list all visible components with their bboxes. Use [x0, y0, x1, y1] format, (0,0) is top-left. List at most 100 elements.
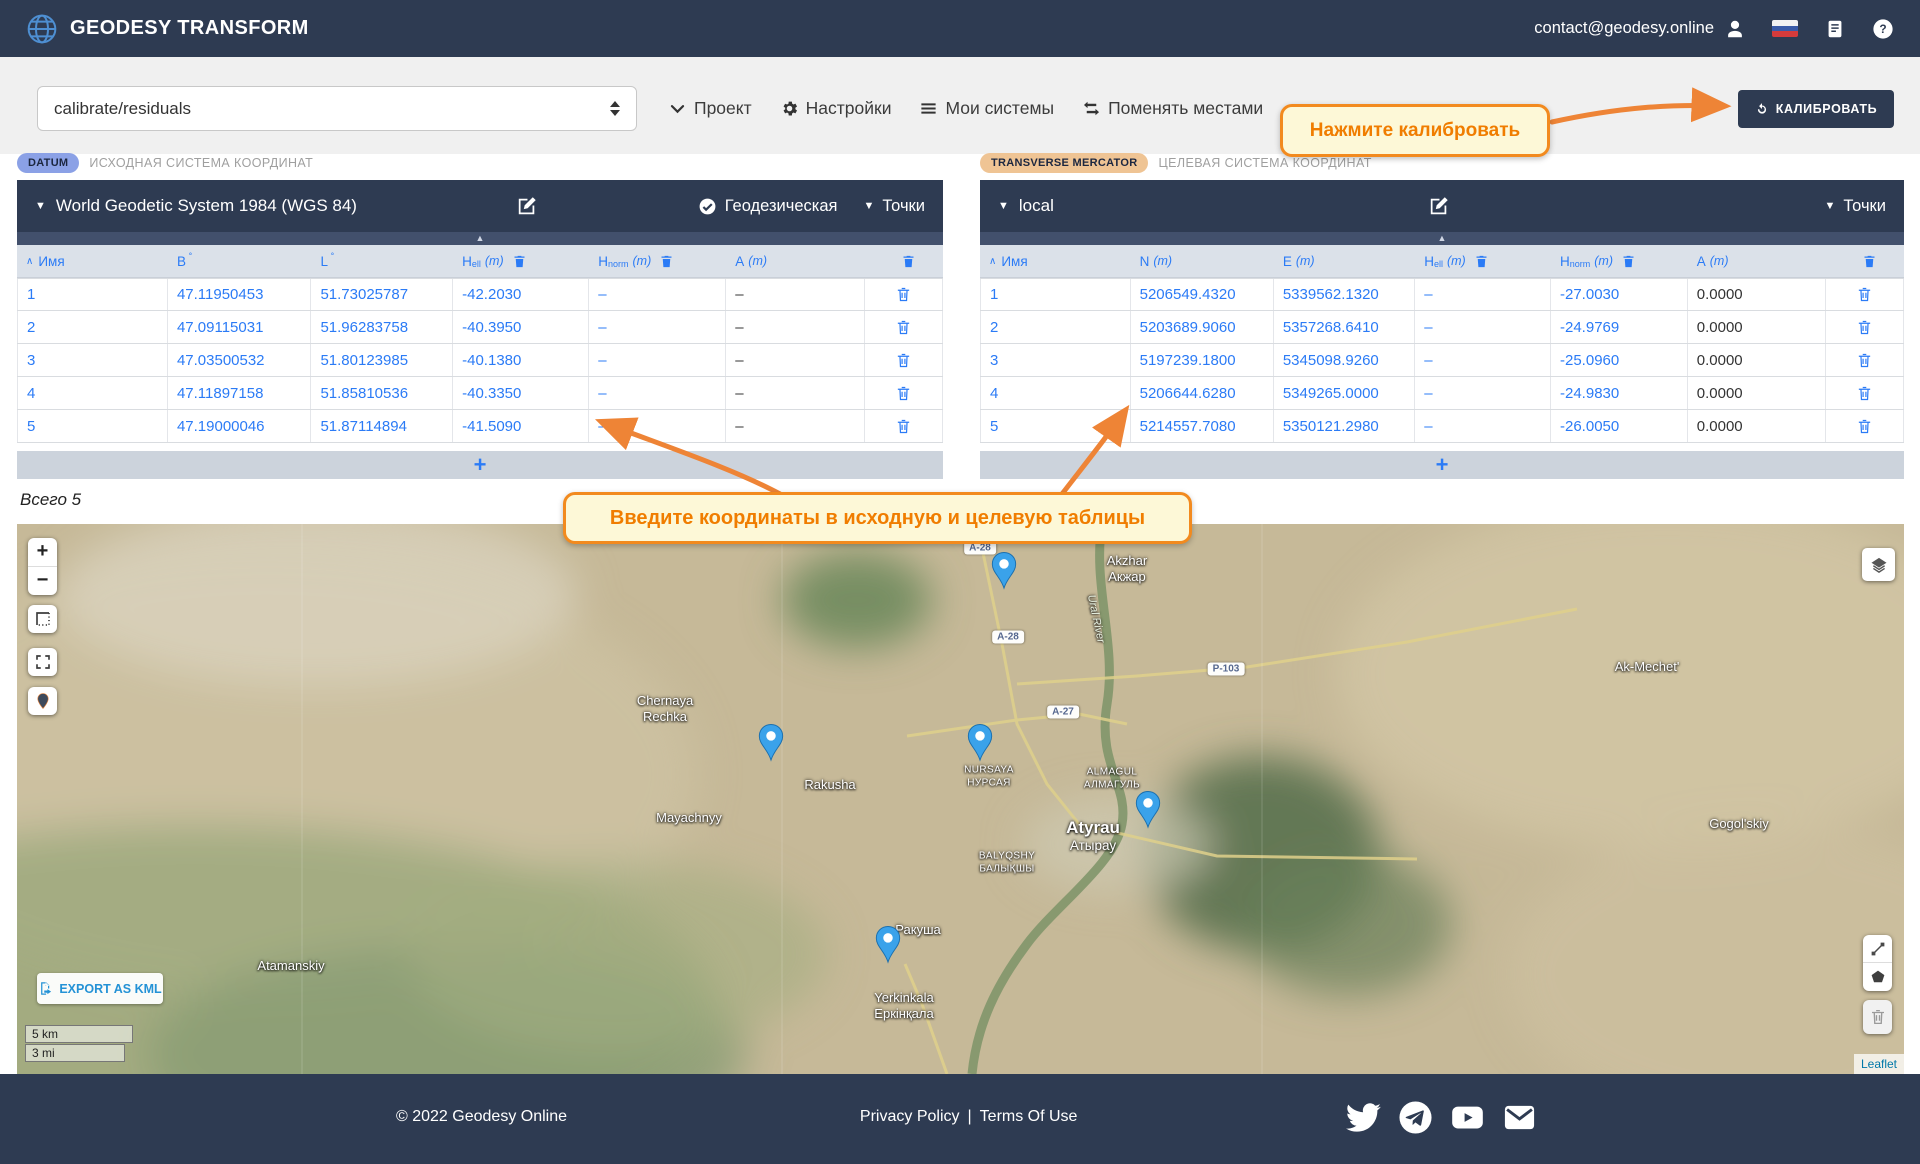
delete-column-icon[interactable]: [659, 254, 674, 269]
delete-column-icon[interactable]: [1621, 254, 1636, 269]
delete-row-icon[interactable]: [895, 286, 912, 303]
language-flag-ru[interactable]: [1772, 20, 1798, 37]
source-cell[interactable]: 47.19000046: [168, 410, 312, 442]
delete-column-icon[interactable]: [512, 254, 527, 269]
delete-row-cell[interactable]: [865, 344, 943, 376]
help-icon[interactable]: ?: [1872, 18, 1894, 40]
coordinate-type-toggle[interactable]: Геодезическая: [698, 197, 838, 216]
target-cell[interactable]: 5206644.6280: [1131, 377, 1274, 409]
fullscreen-button[interactable]: [28, 648, 57, 676]
target-cell[interactable]: 5349265.0000: [1274, 377, 1415, 409]
delete-row-icon[interactable]: [895, 319, 912, 336]
edit-system-icon[interactable]: [516, 195, 538, 217]
source-cell[interactable]: 51.96283758: [311, 311, 453, 343]
source-cell[interactable]: 47.11897158: [168, 377, 312, 409]
source-cell[interactable]: 47.03500532: [168, 344, 312, 376]
edit-system-icon[interactable]: [1428, 195, 1450, 217]
user-icon[interactable]: [1724, 18, 1746, 40]
delete-shapes-button[interactable]: [1863, 1000, 1892, 1034]
target-cell[interactable]: 5350121.2980: [1274, 410, 1415, 442]
source-cell[interactable]: 51.87114894: [311, 410, 453, 442]
source-add-row-button[interactable]: +: [17, 451, 943, 479]
target-cell[interactable]: 3: [980, 344, 1131, 376]
target-cell[interactable]: 1: [980, 279, 1131, 310]
source-cell[interactable]: –: [726, 410, 865, 442]
source-column-header[interactable]: ∧Имя: [17, 245, 168, 277]
telegram-icon[interactable]: [1398, 1100, 1433, 1135]
zoom-out-button[interactable]: −: [28, 567, 57, 596]
target-cell[interactable]: 0.0000: [1688, 410, 1827, 442]
source-cell[interactable]: 51.73025787: [311, 279, 453, 310]
source-cell[interactable]: 51.80123985: [311, 344, 453, 376]
source-cell[interactable]: -40.1380: [453, 344, 589, 376]
export-kml-button[interactable]: EXPORT AS KML: [37, 973, 163, 1004]
target-cell[interactable]: 0.0000: [1688, 344, 1827, 376]
source-cell[interactable]: –: [726, 311, 865, 343]
map-marker-pin[interactable]: [875, 926, 902, 964]
draw-polygon-button[interactable]: [1863, 963, 1892, 991]
map-attribution[interactable]: Leaflet: [1854, 1054, 1904, 1074]
delete-row-cell[interactable]: [1826, 410, 1904, 442]
target-cell[interactable]: 5214557.7080: [1131, 410, 1274, 442]
target-add-row-button[interactable]: +: [980, 451, 1904, 479]
target-system-select[interactable]: ▼ local: [998, 196, 1054, 216]
delete-row-cell[interactable]: [865, 410, 943, 442]
source-cell[interactable]: –: [589, 344, 726, 376]
source-cell[interactable]: –: [726, 344, 865, 376]
delete-row-cell[interactable]: [1826, 311, 1904, 343]
contact-email[interactable]: contact@geodesy.online: [1534, 19, 1714, 38]
map-marker-pin[interactable]: [991, 552, 1018, 590]
source-cell[interactable]: -42.2030: [453, 279, 589, 310]
source-cell[interactable]: –: [589, 410, 726, 442]
source-cell[interactable]: –: [589, 377, 726, 409]
source-cell[interactable]: 3: [17, 344, 168, 376]
menu-item-project[interactable]: Проект: [668, 98, 752, 119]
target-points-dropdown[interactable]: ▼ Точки: [1824, 197, 1886, 216]
source-cell[interactable]: 5: [17, 410, 168, 442]
source-cell[interactable]: 51.85810536: [311, 377, 453, 409]
delete-row-icon[interactable]: [895, 418, 912, 435]
target-cell[interactable]: –: [1415, 377, 1551, 409]
target-cell[interactable]: -26.0050: [1551, 410, 1688, 442]
target-collapse-strip[interactable]: ▲: [980, 232, 1904, 245]
delete-row-icon[interactable]: [1856, 319, 1873, 336]
target-cell[interactable]: 0.0000: [1688, 377, 1827, 409]
source-cell[interactable]: 4: [17, 377, 168, 409]
target-cell[interactable]: 2: [980, 311, 1131, 343]
map-marker-pin[interactable]: [1135, 791, 1162, 829]
delete-column-icon[interactable]: [1474, 254, 1489, 269]
source-cell[interactable]: 47.11950453: [168, 279, 312, 310]
menu-item-my-systems[interactable]: Мои системы: [919, 98, 1054, 119]
target-cell[interactable]: –: [1415, 344, 1551, 376]
menu-item-swap[interactable]: Поменять местами: [1082, 98, 1263, 119]
youtube-icon[interactable]: [1450, 1100, 1485, 1135]
source-cell[interactable]: –: [589, 311, 726, 343]
email-icon[interactable]: [1502, 1100, 1537, 1135]
target-cell[interactable]: -24.9769: [1551, 311, 1688, 343]
target-cell[interactable]: -24.9830: [1551, 377, 1688, 409]
source-cell[interactable]: 2: [17, 311, 168, 343]
target-cell[interactable]: 5339562.1320: [1274, 279, 1415, 310]
target-cell[interactable]: 0.0000: [1688, 279, 1827, 310]
target-cell[interactable]: 5197239.1800: [1131, 344, 1274, 376]
delete-row-cell[interactable]: [865, 377, 943, 409]
map-marker-pin[interactable]: [758, 724, 785, 762]
delete-row-cell[interactable]: [865, 311, 943, 343]
target-cell[interactable]: 0.0000: [1688, 311, 1827, 343]
target-cell[interactable]: -27.0030: [1551, 279, 1688, 310]
source-cell[interactable]: -40.3950: [453, 311, 589, 343]
delete-column-icon[interactable]: [1862, 254, 1877, 269]
delete-row-icon[interactable]: [895, 385, 912, 402]
source-cell[interactable]: –: [589, 279, 726, 310]
source-system-select[interactable]: ▼ World Geodetic System 1984 (WGS 84): [35, 196, 357, 216]
delete-row-icon[interactable]: [1856, 418, 1873, 435]
delete-column-icon[interactable]: [901, 254, 916, 269]
target-cell[interactable]: 5345098.9260: [1274, 344, 1415, 376]
source-points-dropdown[interactable]: ▼ Точки: [863, 197, 925, 216]
target-cell[interactable]: 5203689.9060: [1131, 311, 1274, 343]
source-cell[interactable]: –: [726, 279, 865, 310]
target-cell[interactable]: –: [1415, 410, 1551, 442]
delete-row-icon[interactable]: [1856, 286, 1873, 303]
target-cell[interactable]: 5206549.4320: [1131, 279, 1274, 310]
target-cell[interactable]: –: [1415, 279, 1551, 310]
